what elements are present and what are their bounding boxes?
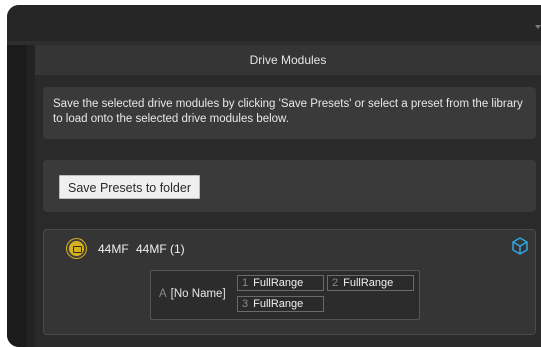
side-strip-inner <box>27 45 35 347</box>
module-model: 44MF <box>98 242 129 256</box>
save-presets-button[interactable]: Save Presets to folder <box>59 175 200 199</box>
range-value: FullRange <box>253 277 304 289</box>
info-card: Save the selected drive modules by click… <box>43 87 536 139</box>
speaker-module-icon <box>67 239 86 258</box>
range-1[interactable]: 1 FullRange <box>237 275 324 291</box>
preset-name-text: [No Name] <box>170 288 226 300</box>
preset-box[interactable]: A [No Name] 1 FullRange 2 FullRange 3 FullRa… <box>150 270 420 320</box>
range-value: FullRange <box>343 277 394 289</box>
drive-module-card[interactable]: 44MF 44MF (1) A [No Name] 1 FullRange 2 Ful… <box>43 229 536 335</box>
side-strip <box>7 45 27 347</box>
module-label: 44MF (1) <box>136 242 185 256</box>
app-window: Drive Modules Save the selected drive mo… <box>7 5 541 347</box>
save-card: Save Presets to folder <box>43 160 536 212</box>
title-bar <box>7 5 541 41</box>
dropdown-arrow-icon[interactable] <box>535 25 541 29</box>
range-num: 2 <box>332 277 339 289</box>
range-3[interactable]: 3 FullRange <box>237 296 324 312</box>
preset-slot: A <box>159 288 167 300</box>
info-text: Save the selected drive modules by click… <box>53 98 523 125</box>
preset-name: A [No Name] <box>159 288 226 300</box>
range-2[interactable]: 2 FullRange <box>327 275 414 291</box>
drive-modules-panel: Drive Modules Save the selected drive mo… <box>35 45 541 347</box>
range-value: FullRange <box>253 298 304 310</box>
speaker-module-icon-glyph <box>73 246 82 253</box>
panel-title: Drive Modules <box>35 45 541 75</box>
cube-icon[interactable] <box>510 236 530 256</box>
range-num: 3 <box>242 298 249 310</box>
range-num: 1 <box>242 277 249 289</box>
